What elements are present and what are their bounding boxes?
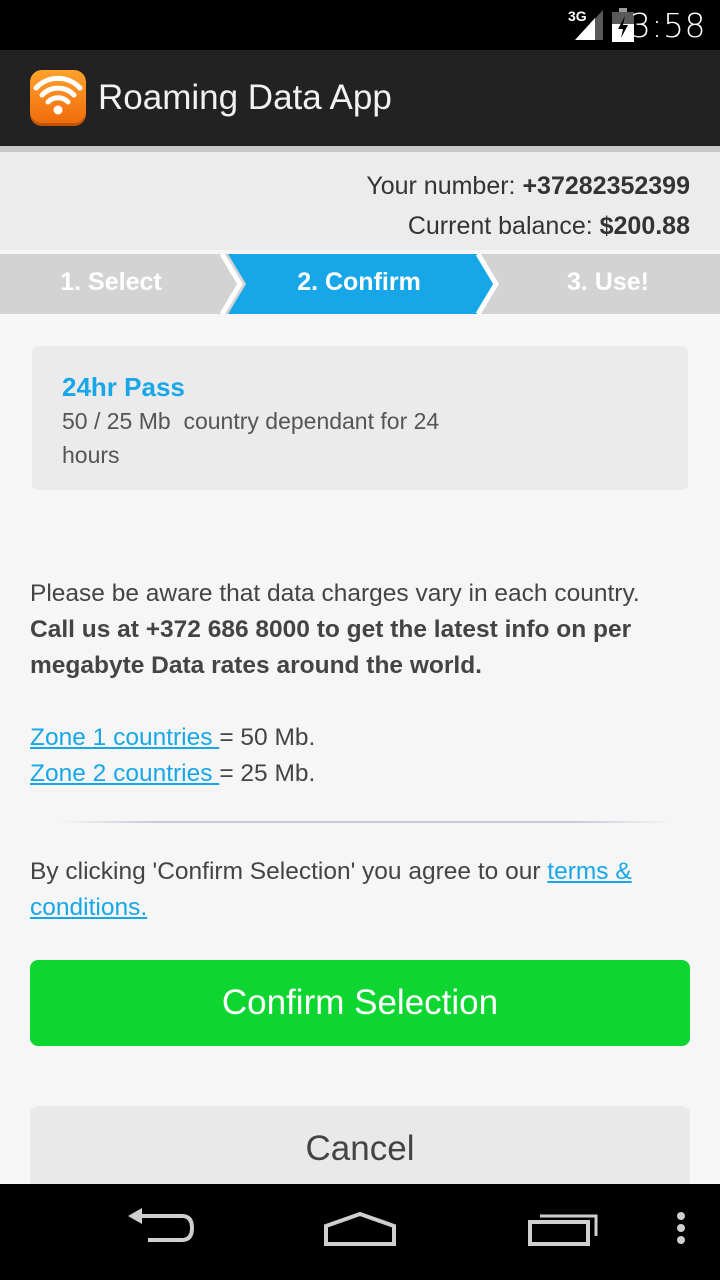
balance-value: $200.88: [599, 212, 690, 240]
data-charges-notice: Please be aware that data charges vary i…: [30, 576, 690, 684]
navigation-bar: [0, 1184, 720, 1280]
phone-number-row: Your number: +37282352399: [366, 172, 690, 201]
zone-row: Zone 1 countries = 50 Mb.: [30, 720, 690, 756]
screen: 3G 3:58 Roaming Data App Your number: +3…: [0, 0, 720, 1280]
terms-notice: By clicking 'Confirm Selection' you agre…: [30, 854, 690, 926]
overflow-menu-icon[interactable]: [672, 1206, 690, 1250]
recent-apps-icon[interactable]: [526, 1206, 600, 1250]
zone-1-link[interactable]: Zone 1 countries: [30, 724, 219, 751]
divider: [60, 821, 670, 823]
clock: 3:58: [629, 6, 706, 45]
zone-2-link[interactable]: Zone 2 countries: [30, 760, 219, 787]
notice-call-info: Call us at +372 686 8000 to get the late…: [30, 616, 632, 679]
zone-row: Zone 2 countries = 25 Mb.: [30, 756, 690, 792]
step-confirm: 2. Confirm: [297, 268, 421, 296]
zones-list: Zone 1 countries = 50 Mb. Zone 2 countri…: [30, 720, 690, 792]
pass-description: 50 / 25 Mb country dependant for 24 hour…: [62, 408, 446, 468]
zone-2-value: = 25 Mb.: [219, 760, 316, 787]
phone-number-label: Your number:: [366, 172, 523, 200]
step-use: 3. Use!: [567, 268, 649, 296]
app-bar: Roaming Data App: [0, 50, 720, 146]
confirm-selection-button[interactable]: Confirm Selection: [30, 960, 690, 1046]
app-title: Roaming Data App: [98, 78, 392, 117]
notice-text: Please be aware that data charges vary i…: [30, 580, 640, 607]
signal-icon: [575, 10, 603, 40]
cancel-button[interactable]: Cancel: [30, 1106, 690, 1192]
balance-label: Current balance:: [407, 212, 600, 240]
balance-row: Current balance: $200.88: [408, 212, 690, 241]
status-bar: 3G 3:58: [0, 0, 720, 50]
step-indicator: 1. Select 2. Confirm 3. Use!: [0, 254, 720, 314]
pass-name: 24hr Pass: [62, 372, 185, 402]
terms-text: By clicking 'Confirm Selection' you agre…: [30, 858, 548, 885]
zone-1-value: = 50 Mb.: [219, 724, 316, 751]
wifi-icon: [30, 70, 86, 126]
phone-number: +37282352399: [522, 172, 690, 200]
step-select: 1. Select: [60, 268, 162, 296]
back-icon[interactable]: [124, 1206, 196, 1250]
home-icon[interactable]: [322, 1206, 398, 1250]
pass-card: 24hr Pass 50 / 25 Mb country dependant f…: [32, 346, 688, 490]
account-info: Your number: +37282352399 Current balanc…: [0, 146, 720, 250]
